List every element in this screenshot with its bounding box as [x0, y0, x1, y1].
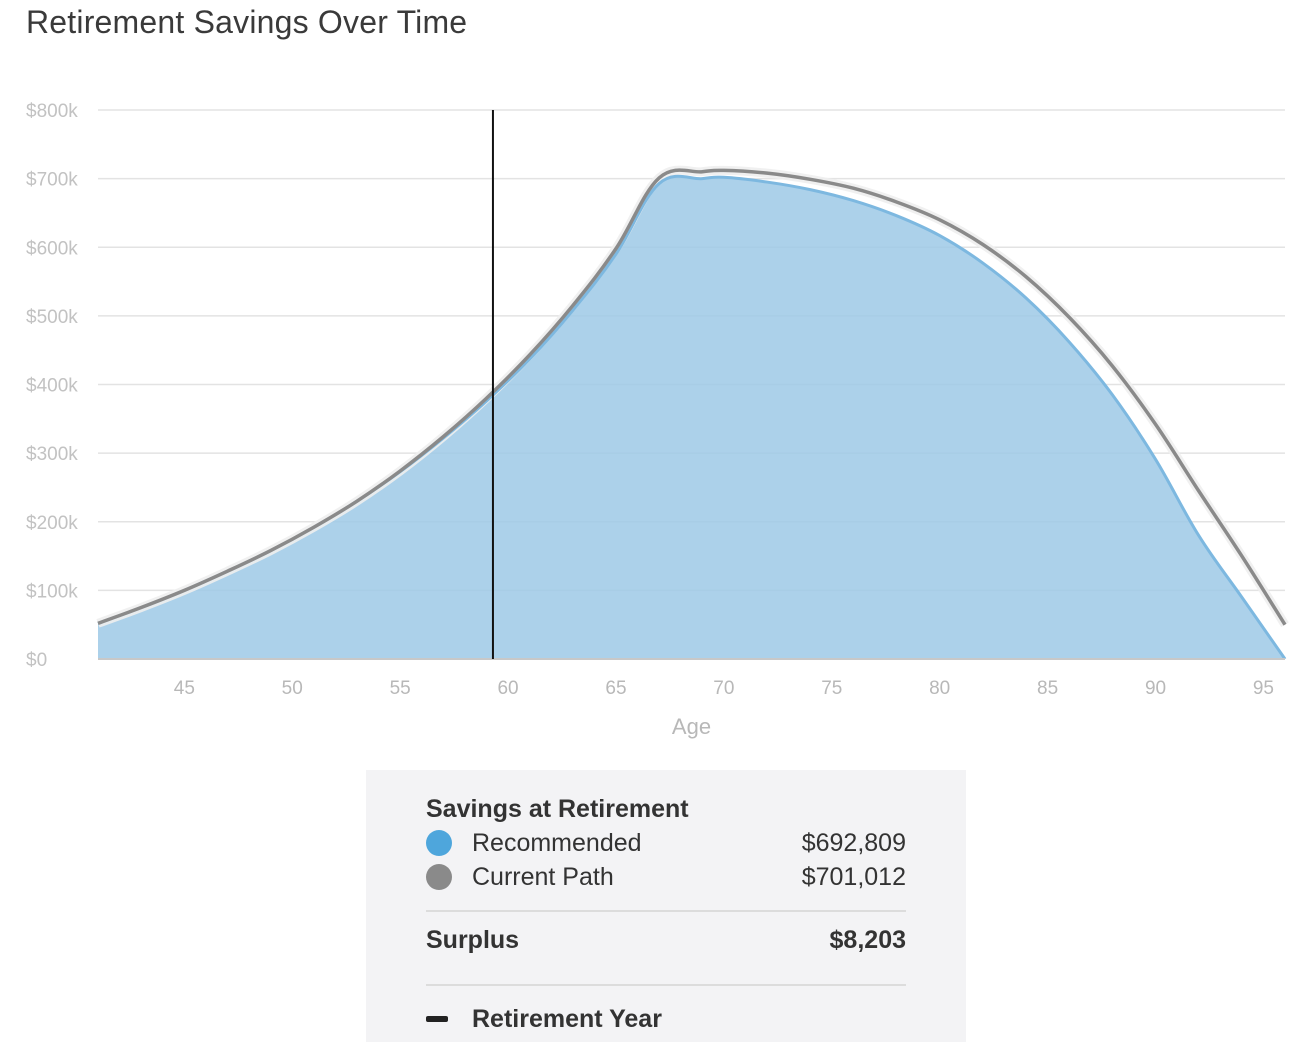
recommended-area	[98, 176, 1285, 660]
series-area-layer	[96, 165, 1289, 660]
x-tick-label: 45	[174, 678, 195, 699]
y-tick-label: $400k	[26, 376, 78, 397]
x-tick-label: 75	[821, 678, 842, 699]
y-tick-label: $200k	[26, 513, 78, 534]
retirement-line-icon	[426, 1016, 448, 1022]
legend-label: Current Path	[472, 862, 614, 891]
x-tick-label: 90	[1145, 678, 1166, 699]
savings-summary-panel: Savings at Retirement Recommended $692,8…	[366, 770, 966, 1042]
y-tick-label: $100k	[26, 581, 78, 602]
summary-heading: Savings at Retirement	[426, 795, 689, 823]
legend-value: $692,809	[801, 828, 906, 857]
legend-item-recommended: Recommended $692,809	[426, 826, 906, 860]
x-tick-label: 60	[497, 678, 518, 699]
y-axis-ticks: $0 $100k $200k $300k $400k $500k $600k $700k $80…	[26, 101, 78, 671]
surplus-label: Surplus	[426, 925, 520, 954]
surplus-value: $8,203	[829, 925, 906, 954]
legend-label: Recommended	[472, 828, 642, 857]
recommended-dot-icon	[426, 830, 452, 856]
x-tick-label: 65	[605, 678, 626, 699]
y-tick-label: $300k	[26, 444, 78, 465]
x-tick-label: 70	[713, 678, 734, 699]
x-tick-label: 95	[1253, 678, 1274, 699]
x-axis-label: Age	[672, 714, 711, 739]
y-tick-label: $500k	[26, 307, 78, 328]
chart-plot: $0 $100k $200k $300k $400k $500k $600k $700k $80…	[26, 101, 1289, 739]
current-path-dot-icon	[426, 864, 452, 890]
y-tick-label: $800k	[26, 101, 78, 122]
x-tick-label: 50	[282, 678, 303, 699]
x-tick-label: 55	[390, 678, 411, 699]
x-tick-label: 85	[1037, 678, 1058, 699]
retirement-year-label: Retirement Year	[472, 1004, 662, 1033]
retirement-year-legend: Retirement Year	[426, 986, 906, 1052]
legend-item-current-path: Current Path $701,012	[426, 860, 906, 894]
surplus-row: Surplus $8,203	[426, 912, 906, 968]
y-tick-label: $0	[26, 650, 47, 671]
legend-value: $701,012	[801, 862, 906, 891]
x-tick-label: 80	[929, 678, 950, 699]
x-axis-ticks: 45 50 55 60 65 70 75 80 85 90 95	[174, 678, 1274, 699]
y-tick-label: $700k	[26, 170, 78, 191]
y-tick-label: $600k	[26, 238, 78, 259]
